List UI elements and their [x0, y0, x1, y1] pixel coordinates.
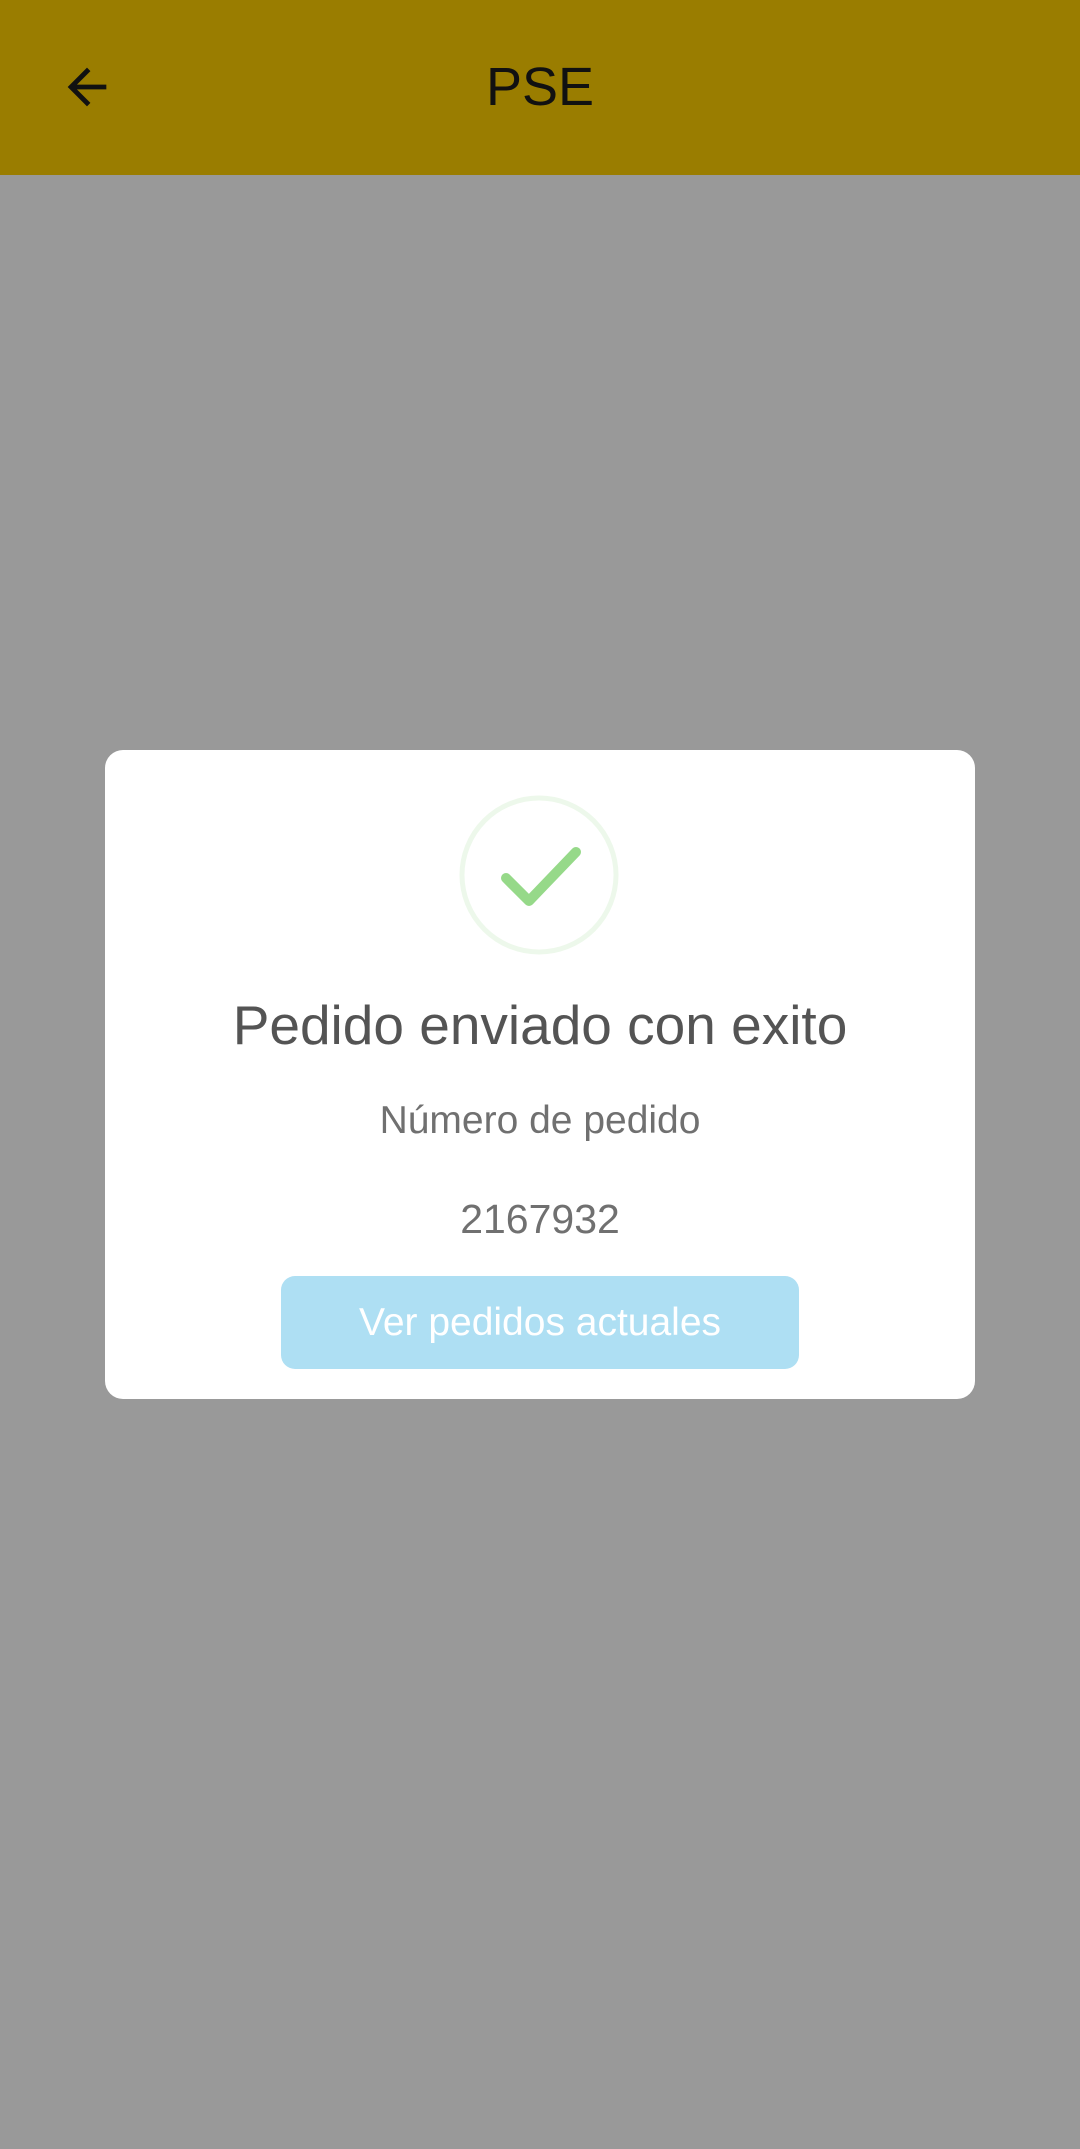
check-circle-icon — [459, 795, 619, 955]
view-current-orders-button[interactable]: Ver pedidos actuales — [281, 1276, 799, 1369]
success-dialog: Pedido enviado con exito Número de pedid… — [105, 750, 975, 1399]
order-number-label: Número de pedido — [379, 1099, 701, 1142]
app-bar: PSE — [0, 0, 1080, 175]
dialog-title: Pedido enviado con exito — [232, 994, 848, 1056]
order-number-value: 2167932 — [460, 1196, 620, 1242]
page-title: PSE — [485, 57, 595, 117]
